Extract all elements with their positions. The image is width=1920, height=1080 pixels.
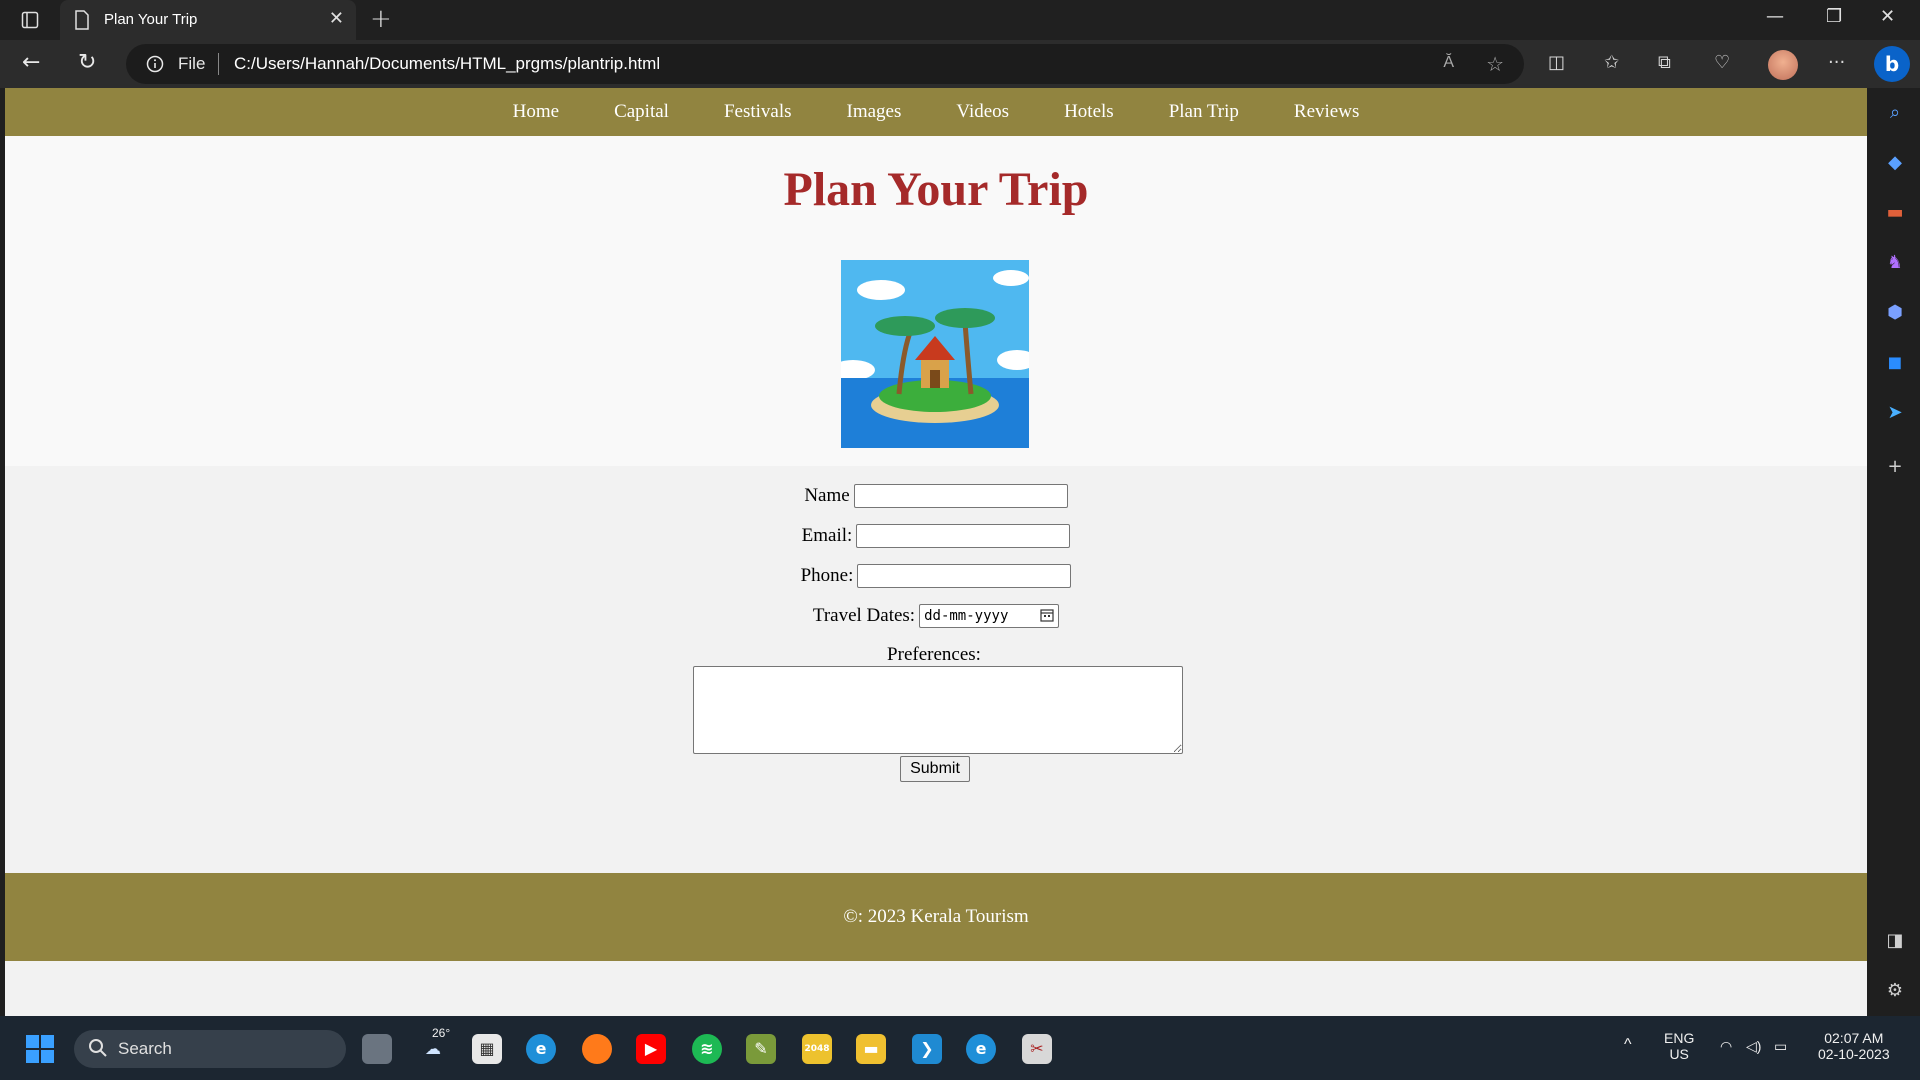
dates-row: Travel Dates: dd-mm-yyyy [5, 604, 1867, 628]
show-hidden-icons[interactable]: ^ [1624, 1036, 1632, 1054]
taskbar-search[interactable]: Search [74, 1030, 346, 1068]
calendar-icon[interactable] [1040, 608, 1054, 626]
email-label: Email: [801, 525, 853, 546]
nav-link-reviews[interactable]: Reviews [1294, 101, 1359, 123]
add-icon[interactable]: + [1884, 456, 1906, 478]
back-icon[interactable]: ← [22, 50, 40, 75]
nav-link-capital[interactable]: Capital [614, 101, 669, 123]
travel-dates-label: Travel Dates: [812, 605, 916, 626]
battery-icon[interactable]: ▭ [1774, 1038, 1787, 1055]
new-tab-icon[interactable]: + [370, 4, 392, 34]
nav-link-videos[interactable]: Videos [956, 101, 1009, 123]
snipping-tool-icon[interactable]: ✂ [1022, 1034, 1052, 1064]
island-illustration [841, 260, 1029, 448]
edge-icon[interactable]: e [526, 1034, 556, 1064]
search-icon [88, 1038, 108, 1063]
search-icon[interactable]: ⌕ [1884, 102, 1906, 124]
name-label: Name [804, 485, 850, 506]
spotify-icon[interactable]: ≋ [692, 1034, 722, 1064]
windows-start-icon[interactable] [26, 1035, 54, 1063]
wifi-icon[interactable]: ◠ [1720, 1038, 1732, 1055]
region-code: US [1669, 1046, 1689, 1062]
tools-icon[interactable]: ▬ [1884, 202, 1906, 224]
favorites-icon[interactable]: ✩ [1604, 52, 1619, 73]
time: 02:07 AM [1824, 1030, 1884, 1046]
trip-form: Name Email: Phone: Travel Dates: dd-mm-y… [5, 466, 1867, 876]
restore-icon[interactable]: ❐ [1826, 6, 1842, 27]
phone-label: Phone: [800, 565, 854, 586]
browser-title-bar: Plan Your Trip ✕ + — ❐ ✕ [0, 0, 1920, 40]
info-icon[interactable] [146, 55, 164, 77]
settings-gear-icon[interactable]: ⚙ [1884, 980, 1906, 1002]
browser-essentials-icon[interactable]: ♡ [1714, 52, 1730, 73]
travel-date-input[interactable]: dd-mm-yyyy [919, 604, 1060, 628]
send-icon[interactable]: ➤ [1884, 402, 1906, 424]
edge-sidebar: ⌕ ◆ ▬ ♞ ⬢ ◼ ➤ + ◨ ⚙ [1868, 88, 1920, 1016]
submit-button[interactable]: Submit [900, 756, 970, 782]
windows-taskbar: Search ☁ 26° ▦ e ▶ ≋ ✎ 2048 ▬ ❯ e ✂ ^ EN… [0, 1016, 1920, 1080]
language-code: ENG [1664, 1030, 1695, 1046]
sidebar-toggle-icon[interactable]: ◨ [1884, 930, 1906, 952]
date: 02-10-2023 [1818, 1046, 1890, 1062]
minimize-icon[interactable]: — [1766, 6, 1784, 27]
phone-input[interactable] [857, 564, 1072, 588]
clock[interactable]: 02:07 AM 02-10-2023 [1818, 1030, 1890, 1062]
nav-link-festivals[interactable]: Festivals [724, 101, 792, 123]
shopping-tag-icon[interactable]: ◆ [1884, 152, 1906, 174]
search-placeholder: Search [118, 1039, 172, 1058]
bing-copilot-icon[interactable]: b [1874, 46, 1910, 82]
page-icon [74, 10, 90, 34]
copilot-icon[interactable]: ⬢ [1884, 302, 1906, 324]
page-footer: ©: 2023 Kerala Tourism [5, 873, 1867, 961]
close-tab-icon[interactable]: ✕ [329, 8, 344, 29]
web-page: Home Capital Festivals Images Videos Hot… [5, 88, 1867, 1016]
nav-link-plan-trip[interactable]: Plan Trip [1169, 101, 1239, 123]
name-input[interactable] [853, 484, 1068, 508]
url-text[interactable]: C:/Users/Hannah/Documents/HTML_prgms/pla… [234, 54, 660, 74]
firefox-icon[interactable] [582, 1034, 612, 1064]
language-indicator[interactable]: ENG US [1664, 1030, 1694, 1062]
name-row: Name [5, 484, 1867, 508]
divider [218, 53, 219, 75]
read-aloud-icon[interactable]: Ă [1443, 54, 1454, 72]
file-explorer-icon[interactable]: ▬ [856, 1034, 886, 1064]
tab-actions-icon[interactable] [20, 10, 40, 30]
nav-link-images[interactable]: Images [847, 101, 902, 123]
more-options-icon[interactable]: ··· [1828, 52, 1845, 73]
profile-avatar[interactable] [1768, 50, 1798, 80]
weather-temp: 26° [432, 1026, 451, 1040]
phone-row: Phone: [5, 564, 1867, 588]
collections-icon[interactable]: ⧉ [1658, 52, 1671, 73]
tab-title: Plan Your Trip [104, 11, 198, 28]
games-icon[interactable]: ♞ [1884, 252, 1906, 274]
hero-section: Plan Your Trip [5, 136, 1867, 466]
nav-link-home[interactable]: Home [513, 101, 559, 123]
task-view-icon[interactable] [362, 1034, 392, 1064]
email-input[interactable] [856, 524, 1071, 548]
address-bar[interactable]: File C:/Users/Hannah/Documents/HTML_prgm… [126, 44, 1524, 84]
store-icon[interactable]: ▦ [472, 1034, 502, 1064]
file-label: File [178, 54, 206, 73]
preferences-textarea[interactable] [693, 666, 1183, 754]
nav-link-hotels[interactable]: Hotels [1064, 101, 1114, 123]
date-placeholder: dd-mm-yyyy [924, 608, 1009, 624]
notepad-icon[interactable]: ✎ [746, 1034, 776, 1064]
split-screen-icon[interactable]: ◫ [1548, 52, 1565, 73]
close-window-icon[interactable]: ✕ [1880, 6, 1895, 27]
favorite-star-icon[interactable]: ☆ [1486, 52, 1504, 76]
page-title: Plan Your Trip [783, 163, 1089, 216]
youtube-icon[interactable]: ▶ [636, 1034, 666, 1064]
refresh-icon[interactable]: ↻ [78, 50, 96, 75]
preferences-label: Preferences: [887, 644, 981, 665]
game-2048-icon[interactable]: 2048 [802, 1034, 832, 1064]
site-navigation: Home Capital Festivals Images Videos Hot… [5, 88, 1867, 136]
outlook-icon[interactable]: ◼ [1884, 352, 1906, 374]
preferences-row: Preferences: [5, 644, 1867, 666]
vscode-icon[interactable]: ❯ [912, 1034, 942, 1064]
email-row: Email: [5, 524, 1867, 548]
volume-icon[interactable]: ◁) [1746, 1038, 1761, 1055]
address-toolbar: ← ↻ File C:/Users/Hannah/Documents/HTML_… [0, 40, 1920, 88]
browser-tab[interactable]: Plan Your Trip ✕ [60, 0, 356, 40]
edge-active-icon[interactable]: e [966, 1034, 996, 1064]
